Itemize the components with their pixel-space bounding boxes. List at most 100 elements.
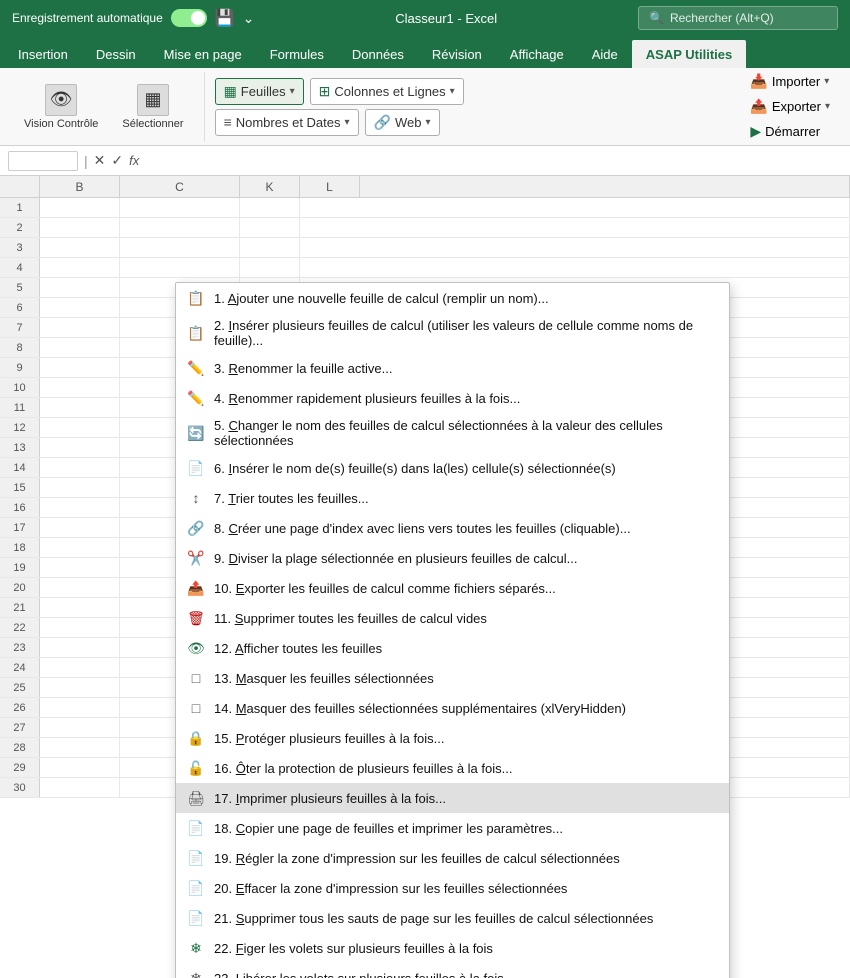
cell-b8[interactable] <box>40 338 120 357</box>
cell-b24[interactable] <box>40 658 120 677</box>
menu-item[interactable]: 🔒15. Protéger plusieurs feuilles à la fo… <box>176 723 729 753</box>
menu-item[interactable]: ❄23. Libérer les volets sur plusieurs fe… <box>176 963 729 978</box>
table-row[interactable]: 4 <box>0 258 850 278</box>
cell-c3[interactable] <box>120 238 240 257</box>
menu-item[interactable]: 📄19. Régler la zone d'impression sur les… <box>176 843 729 873</box>
cell-b2[interactable] <box>40 218 120 237</box>
tab-mise-en-page[interactable]: Mise en page <box>150 40 256 68</box>
web-dropdown[interactable]: 🔗 Web ▾ <box>365 109 440 136</box>
fx-icon[interactable]: fx <box>129 153 139 168</box>
menu-item[interactable]: 📄20. Effacer la zone d'impression sur le… <box>176 873 729 903</box>
tab-asap[interactable]: ASAP Utilities <box>632 40 746 68</box>
confirm-icon[interactable]: ✓ <box>111 152 123 169</box>
search-box[interactable]: 🔍 Rechercher (Alt+Q) <box>638 6 838 30</box>
cell-l4[interactable] <box>300 258 850 277</box>
cell-b22[interactable] <box>40 618 120 637</box>
cell-b1[interactable] <box>40 198 120 217</box>
cell-b29[interactable] <box>40 758 120 777</box>
tab-insertion[interactable]: Insertion <box>4 40 82 68</box>
table-row[interactable]: 2 <box>0 218 850 238</box>
col-header-l[interactable]: L <box>300 176 360 197</box>
col-header-c[interactable]: C <box>120 176 240 197</box>
cell-b5[interactable] <box>40 278 120 297</box>
ribbon-btn-vision[interactable]: 👁 Vision Contrôle <box>16 80 106 134</box>
menu-item[interactable]: 📄18. Copier une page de feuilles et impr… <box>176 813 729 843</box>
cell-b23[interactable] <box>40 638 120 657</box>
cell-c4[interactable] <box>120 258 240 277</box>
ribbon-btn-importer[interactable]: 📥 Importer ▾ <box>746 71 834 92</box>
cell-b19[interactable] <box>40 558 120 577</box>
col-header-b[interactable]: B <box>40 176 120 197</box>
formula-input[interactable] <box>145 151 842 170</box>
menu-item[interactable]: ❄22. Figer les volets sur plusieurs feui… <box>176 933 729 963</box>
cell-k4[interactable] <box>240 258 300 277</box>
tab-dessin[interactable]: Dessin <box>82 40 150 68</box>
ribbon-btn-selectionner[interactable]: ▦ Sélectionner <box>114 80 191 134</box>
menu-item[interactable]: 👁12. Afficher toutes les feuilles <box>176 633 729 663</box>
cell-l2[interactable] <box>300 218 850 237</box>
menu-item[interactable]: 📄21. Supprimer tous les sauts de page su… <box>176 903 729 933</box>
menu-item[interactable]: □13. Masquer les feuilles sélectionnées <box>176 663 729 693</box>
cell-k1[interactable] <box>240 198 300 217</box>
cell-b12[interactable] <box>40 418 120 437</box>
tab-aide[interactable]: Aide <box>578 40 632 68</box>
cell-b30[interactable] <box>40 778 120 797</box>
menu-item[interactable]: 📋2. Insérer plusieurs feuilles de calcul… <box>176 313 729 353</box>
menu-item[interactable]: 🔓16. Ôter la protection de plusieurs feu… <box>176 753 729 783</box>
cell-b15[interactable] <box>40 478 120 497</box>
tab-revision[interactable]: Révision <box>418 40 496 68</box>
cell-c1[interactable] <box>120 198 240 217</box>
table-row[interactable]: 1 <box>0 198 850 218</box>
quick-access-icon[interactable]: ⌄ <box>243 10 255 27</box>
menu-item[interactable]: ✏️4. Renommer rapidement plusieurs feuil… <box>176 383 729 413</box>
cell-b28[interactable] <box>40 738 120 757</box>
name-box[interactable] <box>8 151 78 171</box>
cell-b4[interactable] <box>40 258 120 277</box>
menu-item[interactable]: ✏️3. Renommer la feuille active... <box>176 353 729 383</box>
cell-b3[interactable] <box>40 238 120 257</box>
menu-item[interactable]: ↕7. Trier toutes les feuilles... <box>176 483 729 513</box>
ribbon-btn-exporter[interactable]: 📤 Exporter ▾ <box>746 96 834 117</box>
cell-b13[interactable] <box>40 438 120 457</box>
cell-k3[interactable] <box>240 238 300 257</box>
table-row[interactable]: 3 <box>0 238 850 258</box>
ribbon-btn-demarrer[interactable]: ▶ Démarrer <box>746 121 834 142</box>
cell-b16[interactable] <box>40 498 120 517</box>
tab-affichage[interactable]: Affichage <box>496 40 578 68</box>
cell-b9[interactable] <box>40 358 120 377</box>
menu-item[interactable]: 🔗8. Créer une page d'index avec liens ve… <box>176 513 729 543</box>
menu-item[interactable]: 🖨17. Imprimer plusieurs feuilles à la fo… <box>176 783 729 813</box>
cell-b18[interactable] <box>40 538 120 557</box>
cell-l1[interactable] <box>300 198 850 217</box>
save-icon[interactable]: 💾 <box>215 8 235 28</box>
nombres-dates-dropdown[interactable]: ≡ Nombres et Dates ▾ <box>215 109 359 136</box>
menu-item[interactable]: ✂️9. Diviser la plage sélectionnée en pl… <box>176 543 729 573</box>
colonnes-lignes-dropdown[interactable]: ⊞ Colonnes et Lignes ▾ <box>310 78 464 105</box>
menu-item[interactable]: 📄6. Insérer le nom de(s) feuille(s) dans… <box>176 453 729 483</box>
cell-b25[interactable] <box>40 678 120 697</box>
menu-item[interactable]: 📤10. Exporter les feuilles de calcul com… <box>176 573 729 603</box>
cell-b11[interactable] <box>40 398 120 417</box>
cell-b7[interactable] <box>40 318 120 337</box>
cell-l3[interactable] <box>300 238 850 257</box>
menu-item[interactable]: 🗑11. Supprimer toutes les feuilles de ca… <box>176 603 729 633</box>
autosave-toggle[interactable] <box>171 9 207 27</box>
cell-b10[interactable] <box>40 378 120 397</box>
menu-item[interactable]: 🔄5. Changer le nom des feuilles de calcu… <box>176 413 729 453</box>
menu-item[interactable]: 📋1. Ajouter une nouvelle feuille de calc… <box>176 283 729 313</box>
cell-b26[interactable] <box>40 698 120 717</box>
cell-b14[interactable] <box>40 458 120 477</box>
cell-b17[interactable] <box>40 518 120 537</box>
cell-b6[interactable] <box>40 298 120 317</box>
cell-k2[interactable] <box>240 218 300 237</box>
cell-b27[interactable] <box>40 718 120 737</box>
feuilles-dropdown[interactable]: ▦ Feuilles ▾ <box>215 78 304 105</box>
menu-item[interactable]: □14. Masquer des feuilles sélectionnées … <box>176 693 729 723</box>
cell-c2[interactable] <box>120 218 240 237</box>
cancel-icon[interactable]: ✕ <box>94 152 106 169</box>
col-header-k[interactable]: K <box>240 176 300 197</box>
tab-formules[interactable]: Formules <box>256 40 338 68</box>
cell-b21[interactable] <box>40 598 120 617</box>
cell-b20[interactable] <box>40 578 120 597</box>
tab-donnees[interactable]: Données <box>338 40 418 68</box>
